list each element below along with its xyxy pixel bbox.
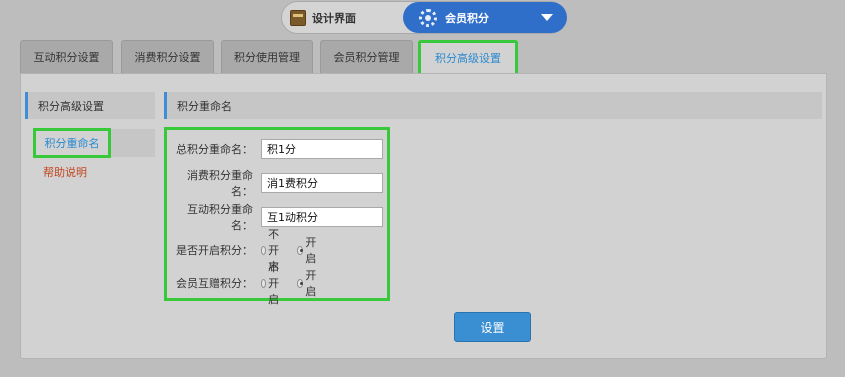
form-row-gift-points: 会员互赠积分： 不开启 开启 xyxy=(167,261,316,306)
design-view-button[interactable]: 设计界面 xyxy=(290,2,356,33)
radio-off-icon xyxy=(261,278,267,288)
radio-label: 不开启 xyxy=(268,261,280,306)
radio-label: 开启 xyxy=(305,269,317,298)
save-settings-button[interactable]: 设置 xyxy=(454,312,531,342)
gear-icon xyxy=(419,8,437,27)
radio-on-icon xyxy=(297,245,304,255)
interactive-points-label: 互动积分重命名： xyxy=(187,203,253,232)
section-title: 积分重命名 xyxy=(164,92,822,119)
gift-points-label: 会员互赠积分： xyxy=(176,277,253,290)
interactive-points-input[interactable] xyxy=(261,207,383,227)
sidebar-title: 积分高级设置 xyxy=(25,92,155,119)
gift-points-off-radio[interactable]: 不开启 xyxy=(261,259,283,307)
sidebar-item-help[interactable]: 帮助说明 xyxy=(43,164,87,180)
tab-interactive-points[interactable]: 互动积分设置 xyxy=(20,40,113,73)
gift-points-radio-group: 不开启 开启 xyxy=(261,259,319,307)
gift-points-on-radio[interactable]: 开启 xyxy=(297,267,319,299)
total-points-input[interactable] xyxy=(261,139,383,159)
chevron-down-icon[interactable] xyxy=(541,14,553,21)
radio-on-icon xyxy=(297,278,304,288)
rename-form: 总积分重命名： 消费积分重命名： 互动积分重命名： 是否开启积分： 不开启 开启… xyxy=(164,127,390,306)
consumption-points-input[interactable] xyxy=(261,173,383,193)
mode-switch: 设计界面 会员积分 xyxy=(281,1,567,34)
consumption-points-label: 消费积分重命名： xyxy=(187,169,253,198)
sidebar-item-rename[interactable]: 积分重命名 xyxy=(33,128,111,158)
form-row-total: 总积分重命名： xyxy=(167,138,383,160)
form-row-consumption: 消费积分重命名： xyxy=(167,169,383,198)
tab-member-points[interactable]: 会员积分管理 xyxy=(320,40,413,73)
design-icon xyxy=(290,9,306,26)
radio-off-icon xyxy=(261,245,267,255)
tab-advanced-settings[interactable]: 积分高级设置 xyxy=(418,40,518,73)
total-points-label: 总积分重命名： xyxy=(176,143,253,156)
member-points-dropdown[interactable]: 会员积分 xyxy=(403,2,567,33)
form-row-interactive: 互动积分重命名： xyxy=(167,203,383,232)
tab-consumption-points[interactable]: 消费积分设置 xyxy=(121,40,214,73)
design-view-label: 设计界面 xyxy=(312,11,356,25)
form-row-enable-points: 是否开启积分： 不开启 开启 xyxy=(167,228,316,273)
enable-points-label: 是否开启积分： xyxy=(176,244,253,257)
tab-points-usage[interactable]: 积分使用管理 xyxy=(221,40,313,73)
member-points-label: 会员积分 xyxy=(445,11,489,25)
